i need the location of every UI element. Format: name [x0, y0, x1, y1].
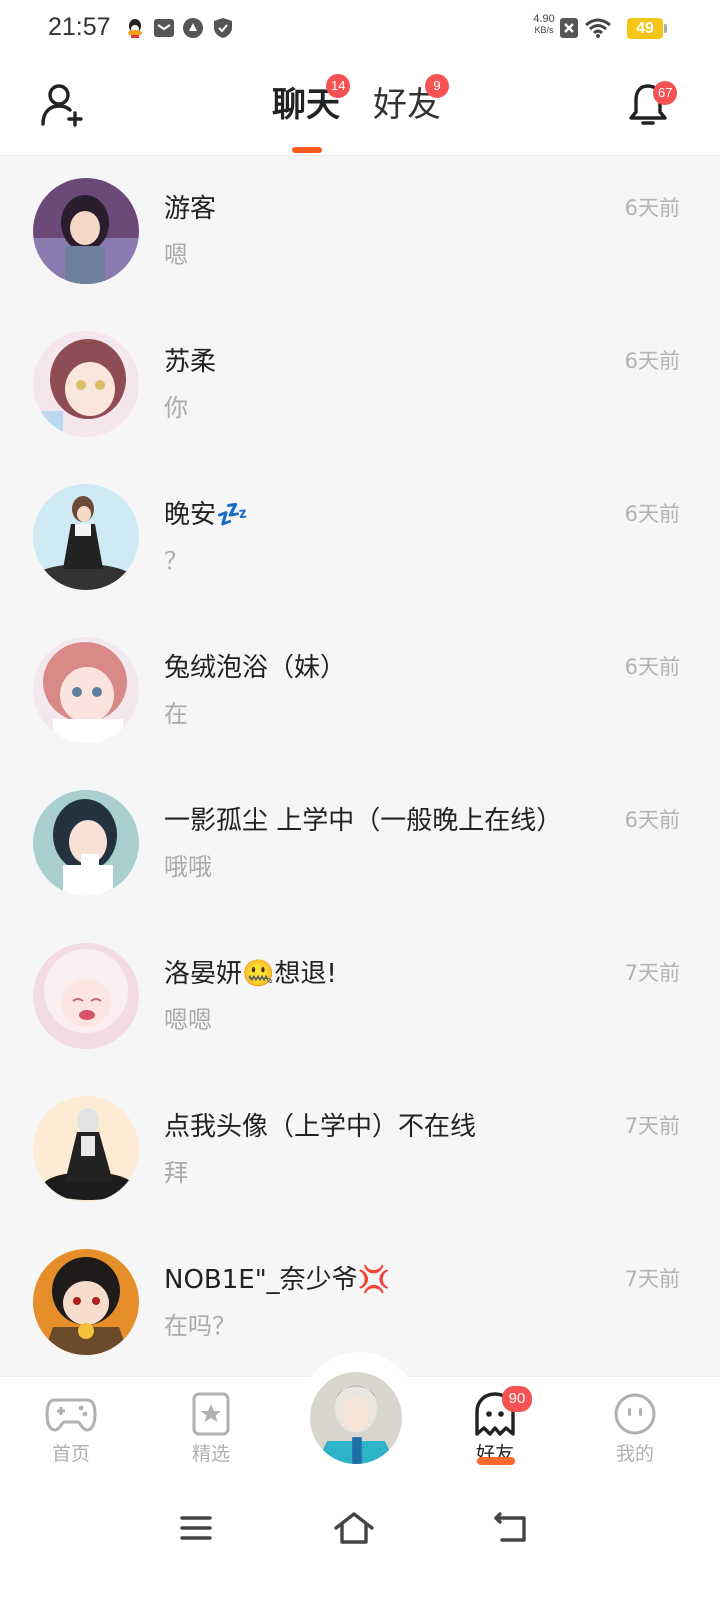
avatar[interactable] — [33, 178, 139, 284]
chat-item[interactable]: 晚安💤 ？ 6天前 — [0, 462, 720, 615]
chat-time: 6天前 — [624, 196, 680, 220]
add-friend-icon[interactable] — [40, 82, 86, 128]
chat-item[interactable]: 苏柔 你 6天前 — [0, 309, 720, 462]
chat-last-message: 嗯嗯 — [164, 1006, 212, 1034]
chat-time: 6天前 — [624, 502, 680, 526]
chat-last-message: ？ — [164, 547, 188, 575]
status-bar: 21:57 4.90 KB/s 49 — [0, 0, 720, 58]
active-tab-indicator — [292, 147, 322, 153]
avatar[interactable] — [33, 943, 139, 1049]
avatar[interactable] — [33, 637, 139, 743]
chat-name: 游客 — [164, 194, 217, 224]
chat-time: 6天前 — [624, 808, 680, 832]
chat-item[interactable]: 兔绒泡浴（妹） 在 6天前 — [0, 615, 720, 768]
nav-item-home[interactable]: 首页 — [21, 1392, 121, 1472]
chat-item[interactable]: 一影孤尘 上学中（一般晚上在线） 哦哦 6天前 — [0, 768, 720, 921]
net-speed-unit: KB/s — [534, 25, 554, 35]
qq-icon — [128, 19, 142, 38]
home-icon[interactable] — [332, 1506, 376, 1550]
menu-icon[interactable] — [174, 1506, 218, 1550]
chat-last-message: 哦哦 — [164, 853, 212, 881]
net-speed-value: 4.90 — [533, 13, 555, 25]
chat-time: 6天前 — [624, 349, 680, 373]
top-header: 聊天 14 好友 9 67 — [0, 58, 720, 156]
profile-avatar-button[interactable] — [308, 1370, 404, 1466]
chat-name: NOB1E"_奈少爷💢 — [164, 1265, 391, 1295]
chat-name: 一影孤尘 上学中（一般晚上在线） — [164, 806, 563, 836]
smiley-icon — [614, 1393, 656, 1435]
nav-label: 我的 — [615, 1443, 654, 1465]
sync-icon — [183, 18, 203, 38]
avatar[interactable] — [33, 1249, 139, 1355]
chat-last-message: 在吗？ — [164, 1312, 236, 1340]
star-bookmark-icon — [192, 1392, 230, 1436]
chat-time: 6天前 — [624, 655, 680, 679]
status-time: 21:57 — [48, 13, 111, 41]
tab-chat-badge: 14 — [326, 74, 351, 98]
chat-item[interactable]: 洛晏妍🤐想退! 嗯嗯 7天前 — [0, 921, 720, 1074]
avatar[interactable] — [33, 1096, 139, 1202]
battery-icon: 49 — [627, 18, 667, 39]
network-speed: 4.90 KB/s — [528, 14, 560, 36]
active-nav-indicator — [477, 1457, 515, 1465]
chat-name: 苏柔 — [164, 347, 217, 377]
nav-label: 精选 — [191, 1443, 230, 1465]
nav-item-featured[interactable]: 精选 — [161, 1392, 261, 1472]
chat-name: 晚安💤 — [164, 500, 249, 530]
chat-item[interactable]: 点我头像（上学中）不在线 拜 7天前 — [0, 1074, 720, 1227]
notification-badge: 67 — [653, 81, 678, 105]
mail-icon — [154, 19, 174, 37]
wifi-icon — [585, 18, 611, 38]
avatar[interactable] — [33, 484, 139, 590]
nav-item-me[interactable]: 我的 — [585, 1392, 685, 1472]
nav-label: 首页 — [51, 1443, 90, 1465]
shield-icon — [214, 18, 232, 38]
chat-time: 7天前 — [624, 1114, 680, 1138]
tab-friends-badge: 9 — [425, 74, 449, 98]
chat-name: 兔绒泡浴（妹） — [164, 653, 347, 683]
avatar[interactable] — [33, 331, 139, 437]
system-nav-bar — [0, 1486, 720, 1600]
chat-time: 7天前 — [624, 1267, 680, 1291]
back-icon[interactable] — [490, 1506, 534, 1550]
gamepad-icon — [45, 1398, 97, 1432]
chat-last-message: 拜 — [164, 1159, 188, 1187]
chat-name: 洛晏妍🤐想退! — [164, 959, 337, 989]
chat-list: 游客 嗯 6天前 苏柔 你 6天前 晚安💤 ？ 6天前 兔绒泡浴（妹） 在 6天… — [0, 156, 720, 1380]
chat-last-message: 你 — [164, 394, 188, 422]
chat-time: 7天前 — [624, 961, 680, 985]
avatar[interactable] — [33, 790, 139, 896]
chat-last-message: 在 — [164, 700, 188, 728]
sim-x-icon — [560, 18, 578, 38]
chat-item[interactable]: 游客 嗯 6天前 — [0, 156, 720, 309]
chat-name: 点我头像（上学中）不在线 — [164, 1112, 477, 1142]
chat-last-message: 嗯 — [164, 241, 188, 269]
friends-nav-badge: 90 — [502, 1386, 532, 1412]
